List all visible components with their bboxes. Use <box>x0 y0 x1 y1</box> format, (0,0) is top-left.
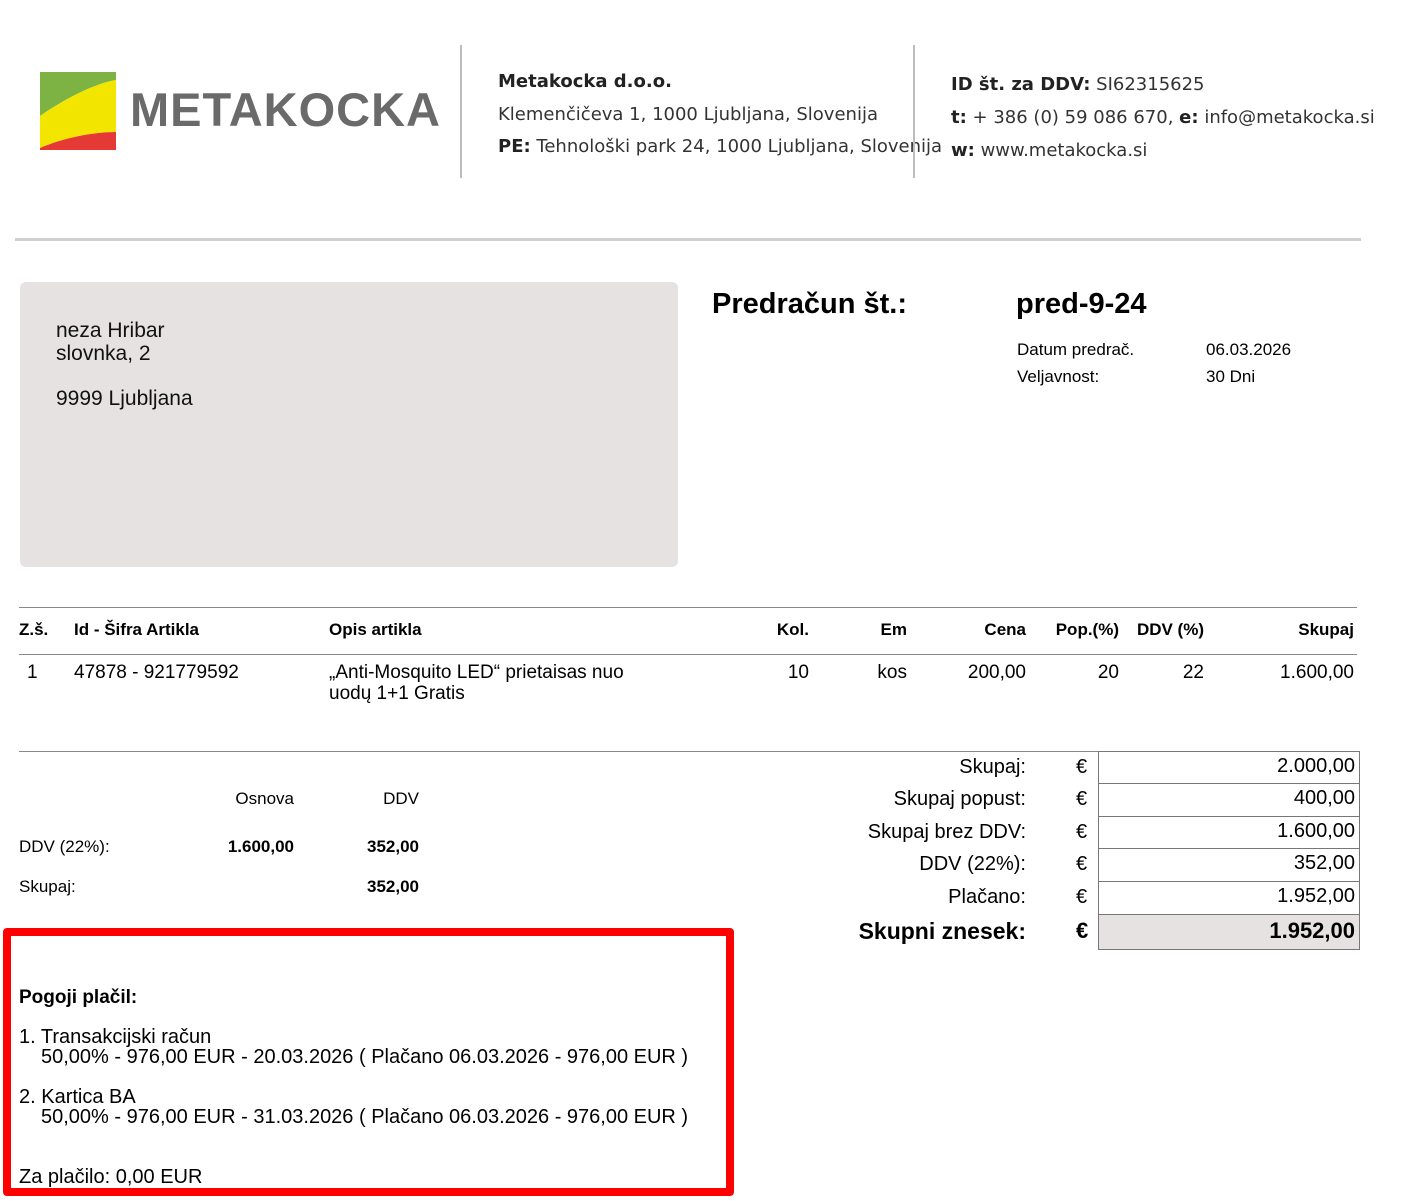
email-label: e: <box>1179 107 1199 128</box>
cell-vat: 22 <box>1182 662 1204 683</box>
pe-address: Tehnološki park 24, 1000 Ljubljana, Slov… <box>536 136 943 157</box>
logo-wordmark: METAKOCKA <box>130 83 441 136</box>
cell-id: 47878 - 921779592 <box>74 662 239 683</box>
col-header-id: Id - Šifra Artikla <box>74 620 200 639</box>
validity-value: 30 Dni <box>1206 367 1256 386</box>
header-divider <box>913 45 915 178</box>
web-link[interactable]: www.metakocka.si <box>981 140 1148 161</box>
cell-desc-line1: „Anti-Mosquito LED“ prietaisas nuo <box>329 662 624 683</box>
table-rule <box>19 607 1357 608</box>
header-rule <box>15 238 1361 241</box>
col-header-unit: Em <box>880 620 907 639</box>
currency-symbol: € <box>1076 821 1088 843</box>
date-label: Datum predrač. <box>1017 340 1135 359</box>
email-link[interactable]: info@metakocka.si <box>1204 107 1374 128</box>
vat-base-header: Osnova <box>235 789 294 808</box>
vat-id-value: SI62315625 <box>1096 74 1205 95</box>
cell-price: 200,00 <box>967 662 1026 683</box>
phone-label: t: <box>951 107 967 128</box>
vat-rate-base: 1.600,00 <box>227 837 294 856</box>
vat-rate-label: DDV (22%): <box>19 837 110 856</box>
payment-due: Za plačilo: 0,00 EUR <box>19 1166 203 1188</box>
currency-symbol: € <box>1076 886 1088 908</box>
totals-label: Skupaj popust: <box>893 788 1026 810</box>
totals-value: 352,00 <box>1293 852 1355 874</box>
date-value: 06.03.2026 <box>1206 340 1292 359</box>
validity-label: Veljavnost: <box>1017 367 1100 386</box>
totals-value-box: 1.600,00 <box>1098 816 1360 849</box>
col-header-total: Skupaj <box>1298 620 1354 639</box>
totals-label: DDV (22%): <box>919 853 1026 875</box>
company-info: Metakocka d.o.o. Klemenčičeva 1, 1000 Lj… <box>498 66 942 164</box>
phone-value: + 386 (0) 59 086 670, <box>972 107 1174 128</box>
totals-value-box: 400,00 <box>1098 783 1360 816</box>
company-name: Metakocka d.o.o. <box>498 71 672 92</box>
vat-total-value: 352,00 <box>367 877 419 896</box>
logo-cube-icon <box>40 72 116 150</box>
col-header-desc: Opis artikla <box>329 620 422 639</box>
cell-desc-line2: uodų 1+1 Gratis <box>329 683 465 704</box>
payment-method-2-detail: 50,00% - 976,00 EUR - 31.03.2026 ( Plača… <box>41 1106 689 1128</box>
currency-symbol: € <box>1076 853 1088 875</box>
pe-label: PE: <box>498 136 531 157</box>
document-number: pred-9-24 <box>1016 288 1147 320</box>
vat-id-label: ID št. za DDV: <box>951 74 1091 95</box>
cell-no: 1 <box>27 662 38 683</box>
totals-label: Plačano: <box>948 886 1026 908</box>
totals-value: 1.952,00 <box>1277 885 1355 907</box>
col-header-price: Cena <box>984 620 1026 639</box>
payment-method-2: 2. Kartica BA <box>19 1086 136 1108</box>
payment-method-1: 1. Transakcijski račun <box>19 1026 212 1048</box>
recipient-city: 9999 Ljubljana <box>56 387 193 410</box>
vat-total-label: Skupaj: <box>19 877 76 896</box>
currency-symbol: € <box>1076 788 1088 810</box>
contact-info: ID št. za DDV: SI62315625 t: + 386 (0) 5… <box>951 68 1375 167</box>
vat-vat-header: DDV <box>383 789 419 808</box>
totals-value: 2.000,00 <box>1277 755 1355 777</box>
grand-total-label: Skupni znesek: <box>858 918 1026 944</box>
totals-value-box: 2.000,00 <box>1098 751 1360 784</box>
recipient-name: neza Hribar <box>56 319 165 342</box>
cell-discount: 20 <box>1097 662 1119 683</box>
col-header-discount: Pop.(%) <box>1055 620 1119 639</box>
recipient-address-box: neza Hribar slovnka, 2 9999 Ljubljana <box>20 282 678 567</box>
totals-value-box: 1.952,00 <box>1098 881 1360 914</box>
totals-label: Skupaj brez DDV: <box>867 821 1026 843</box>
vat-rate-vat: 352,00 <box>367 837 419 856</box>
document-title: Predračun št.: <box>712 288 907 320</box>
payment-title: Pogoji plačil: <box>19 987 138 1008</box>
col-header-no: Z.š. <box>19 620 49 639</box>
cell-total: 1.600,00 <box>1280 662 1354 683</box>
payment-method-1-detail: 50,00% - 976,00 EUR - 20.03.2026 ( Plača… <box>41 1046 689 1068</box>
cell-unit: kos <box>877 662 907 683</box>
company-logo: METAKOCKA <box>38 70 441 154</box>
totals-value: 1.600,00 <box>1277 820 1355 842</box>
recipient-street: slovnka, 2 <box>56 342 151 365</box>
totals-value-box: 352,00 <box>1098 848 1360 881</box>
grand-total-value: 1.952,00 <box>1269 918 1355 943</box>
col-header-vat: DDV (%) <box>1136 620 1204 639</box>
currency-symbol: € <box>1076 918 1089 943</box>
company-address: Klemenčičeva 1, 1000 Ljubljana, Slovenij… <box>498 103 878 125</box>
totals-value: 400,00 <box>1293 787 1355 809</box>
totals-label: Skupaj: <box>959 756 1026 778</box>
header-divider <box>460 45 462 178</box>
table-rule <box>19 654 1357 655</box>
cell-qty: 10 <box>787 662 809 683</box>
web-label: w: <box>951 140 975 161</box>
col-header-qty: Kol. <box>776 620 809 639</box>
grand-total-box: 1.952,00 <box>1098 914 1360 950</box>
currency-symbol: € <box>1076 756 1088 778</box>
